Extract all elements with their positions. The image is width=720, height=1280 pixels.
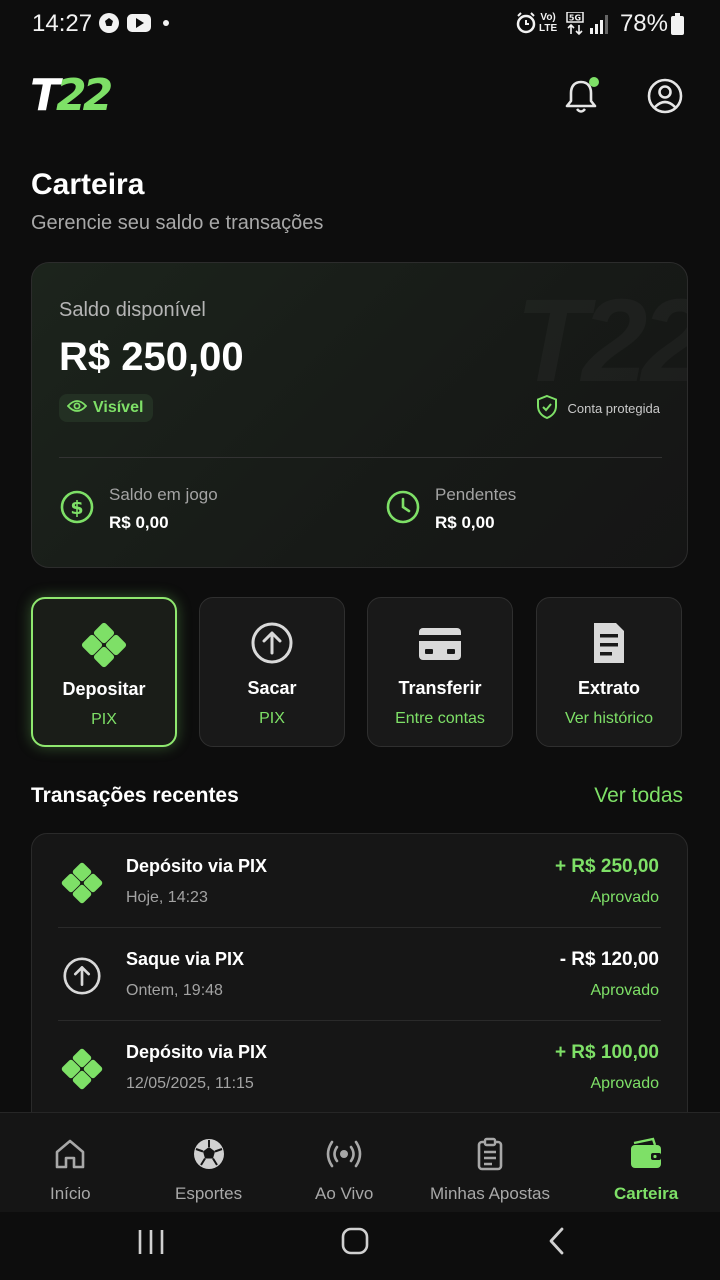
transactions-list: Depósito via PIX Hoje, 14:23 + R$ 250,00… <box>31 833 688 1133</box>
battery-icon <box>671 13 684 40</box>
t22-logo[interactable]: T 22 <box>30 70 126 121</box>
pix-icon <box>60 861 104 910</box>
nav-item-my-bets[interactable]: Minhas Apostas <box>430 1137 550 1204</box>
nav-label: Início <box>50 1184 91 1203</box>
withdraw-button[interactable]: Sacar PIX <box>199 597 345 747</box>
transaction-amount: + R$ 250,00 <box>554 856 659 877</box>
notification-dot-icon <box>163 20 169 26</box>
nav-item-live[interactable]: Ao Vivo <box>315 1137 373 1204</box>
transaction-amount: + R$ 100,00 <box>554 1042 659 1063</box>
profile-button[interactable] <box>646 76 684 121</box>
soccer-notification-icon <box>98 12 120 39</box>
bell-icon <box>562 77 600 120</box>
soccer-ball-icon <box>175 1137 242 1176</box>
notifications-button[interactable] <box>562 76 600 121</box>
back-icon[interactable] <box>546 1226 568 1261</box>
card-divider <box>59 457 662 458</box>
in-play-balance: $ Saldo em jogo R$ 0,00 <box>59 485 218 533</box>
action-title: Sacar <box>247 678 297 698</box>
transaction-status: Aprovado <box>590 889 660 906</box>
logo-digits: 22 <box>56 74 112 114</box>
transaction-amount: - R$ 120,00 <box>559 949 659 970</box>
card-watermark-logo: T22 <box>516 273 687 409</box>
action-title: Extrato <box>577 678 640 698</box>
card-icon <box>417 620 463 671</box>
visibility-label: Visível <box>93 399 144 416</box>
nav-item-wallet[interactable]: Carteira <box>614 1137 678 1204</box>
transaction-title: Saque via PIX <box>126 949 245 969</box>
protected-label: Conta protegida <box>567 400 660 416</box>
alarm-icon <box>516 12 536 39</box>
nav-label: Carteira <box>614 1184 679 1203</box>
status-bar: 14:27 Vo) LTE 5G 78% <box>0 0 720 50</box>
nav-label: Ao Vivo <box>315 1184 374 1203</box>
recent-apps-icon[interactable] <box>136 1228 166 1261</box>
signal-icon <box>590 14 612 39</box>
protected-status: Conta protegida <box>535 394 660 422</box>
action-title: Transferir <box>398 678 482 698</box>
wallet-icon <box>614 1137 678 1176</box>
notification-badge <box>589 77 599 87</box>
transaction-row[interactable]: Depósito via PIX Hoje, 14:23 + R$ 250,00… <box>58 834 661 926</box>
clipboard-icon <box>430 1137 550 1176</box>
status-time: 14:27 <box>32 10 93 37</box>
system-navigation-bar <box>0 1212 720 1280</box>
pending-balance: Pendentes R$ 0,00 <box>385 485 516 533</box>
transaction-status: Aprovado <box>590 982 660 999</box>
svg-text:$: $ <box>70 497 83 519</box>
transaction-date: Hoje, 14:23 <box>126 889 208 906</box>
bottom-navigation: Início Esportes Ao Vivo Minhas Apostas C… <box>0 1112 720 1212</box>
transaction-status: Aprovado <box>590 1075 660 1092</box>
pix-icon <box>80 621 128 674</box>
balance-value: R$ 250,00 <box>59 335 244 379</box>
in-play-value: R$ 0,00 <box>109 513 169 532</box>
battery-percent: 78% <box>619 10 668 37</box>
nav-label: Esportes <box>175 1184 243 1203</box>
action-subtitle: Entre contas <box>395 710 485 727</box>
page-title: Carteira <box>31 168 145 201</box>
arrow-up-circle-icon <box>249 620 295 671</box>
in-play-label: Saldo em jogo <box>109 485 218 504</box>
transaction-date: Ontem, 19:48 <box>126 982 223 999</box>
pending-value: R$ 0,00 <box>435 513 495 532</box>
action-subtitle: PIX <box>259 710 285 727</box>
statement-button[interactable]: Extrato Ver histórico <box>536 597 682 747</box>
pending-label: Pendentes <box>435 485 517 504</box>
clock-icon <box>385 489 421 530</box>
visibility-toggle[interactable]: Visível <box>59 394 154 422</box>
document-icon <box>586 620 632 671</box>
youtube-notification-icon <box>127 14 151 37</box>
volte-indicator: Vo) LTE <box>539 12 558 34</box>
pix-icon <box>60 1047 104 1096</box>
transaction-date: 12/05/2025, 11:15 <box>126 1075 254 1092</box>
action-title: Depositar <box>62 679 146 699</box>
user-icon <box>646 78 684 120</box>
transfer-button[interactable]: Transferir Entre contas <box>367 597 513 747</box>
home-icon <box>50 1137 91 1176</box>
deposit-button[interactable]: Depositar PIX <box>31 597 177 747</box>
arrow-up-circle-icon <box>60 954 104 1003</box>
nav-label: Minhas Apostas <box>430 1184 551 1203</box>
page-subtitle: Gerencie seu saldo e transações <box>31 212 324 234</box>
transaction-row[interactable]: Saque via PIX Ontem, 19:48 - R$ 120,00 A… <box>58 927 661 1019</box>
view-all-link[interactable]: Ver todas <box>594 784 683 808</box>
transaction-title: Depósito via PIX <box>126 856 268 876</box>
home-circle-icon[interactable] <box>340 1226 370 1261</box>
eye-icon <box>66 399 88 418</box>
action-subtitle: Ver histórico <box>564 710 654 727</box>
svg-text:5G: 5G <box>569 14 581 23</box>
live-broadcast-icon <box>315 1137 373 1176</box>
action-subtitle: PIX <box>91 711 117 728</box>
nav-item-sports[interactable]: Esportes <box>175 1137 242 1204</box>
transactions-heading: Transações recentes <box>31 784 239 807</box>
balance-label: Saldo disponível <box>59 299 206 321</box>
data-arrows-icon: 5G <box>566 11 584 41</box>
transaction-row[interactable]: Depósito via PIX 12/05/2025, 11:15 + R$ … <box>58 1020 661 1112</box>
dollar-circle-icon: $ <box>59 489 95 530</box>
transaction-title: Depósito via PIX <box>126 1042 268 1062</box>
nav-item-home[interactable]: Início <box>50 1137 91 1204</box>
shield-check-icon <box>535 394 559 423</box>
balance-card: T22 Saldo disponível R$ 250,00 Visível C… <box>31 262 688 568</box>
